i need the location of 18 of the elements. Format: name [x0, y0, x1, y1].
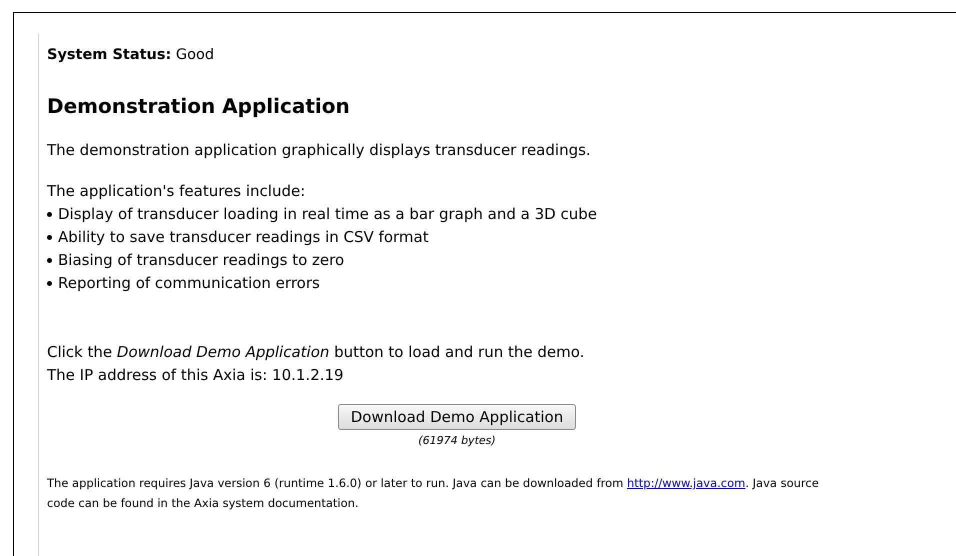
java-link[interactable]: http://www.java.com: [627, 476, 746, 490]
features-intro: The application's features include:: [47, 181, 306, 202]
intro-text: The demonstration application graphically displays transducer readings.: [47, 140, 592, 161]
bullet-icon: [47, 258, 52, 263]
bullet-icon: [47, 212, 52, 217]
instruction-text: Click the Download Demo Application button to load and run the demo.: [47, 342, 586, 363]
page-heading: Demonstration Application: [47, 92, 351, 120]
feature-item: Display of transducer loading in real time as a bar graph and a 3D cube: [58, 204, 597, 225]
ip-address-text: The IP address of this Axia is: 10.1.2.19: [47, 364, 345, 386]
bullet-icon: [47, 234, 52, 240]
java-requirement-text: The application requires Java version 6 (runtime 1.6.0) or later to run. Java can be downloaded from http://www.java.com. Java source code can be found in the Axia system documentation.: [47, 475, 820, 512]
download-button[interactable]: Download Demo Application: [338, 404, 576, 430]
feature-item: Reporting of communication errors: [58, 272, 320, 294]
feature-item: Biasing of transducer readings to zero: [58, 250, 344, 271]
bullet-icon: [47, 280, 52, 286]
file-size: (61974 bytes): [418, 432, 496, 449]
system-status: System Status: Good: [47, 46, 216, 65]
feature-item: Ability to save transducer readings in CSV format: [58, 226, 429, 248]
